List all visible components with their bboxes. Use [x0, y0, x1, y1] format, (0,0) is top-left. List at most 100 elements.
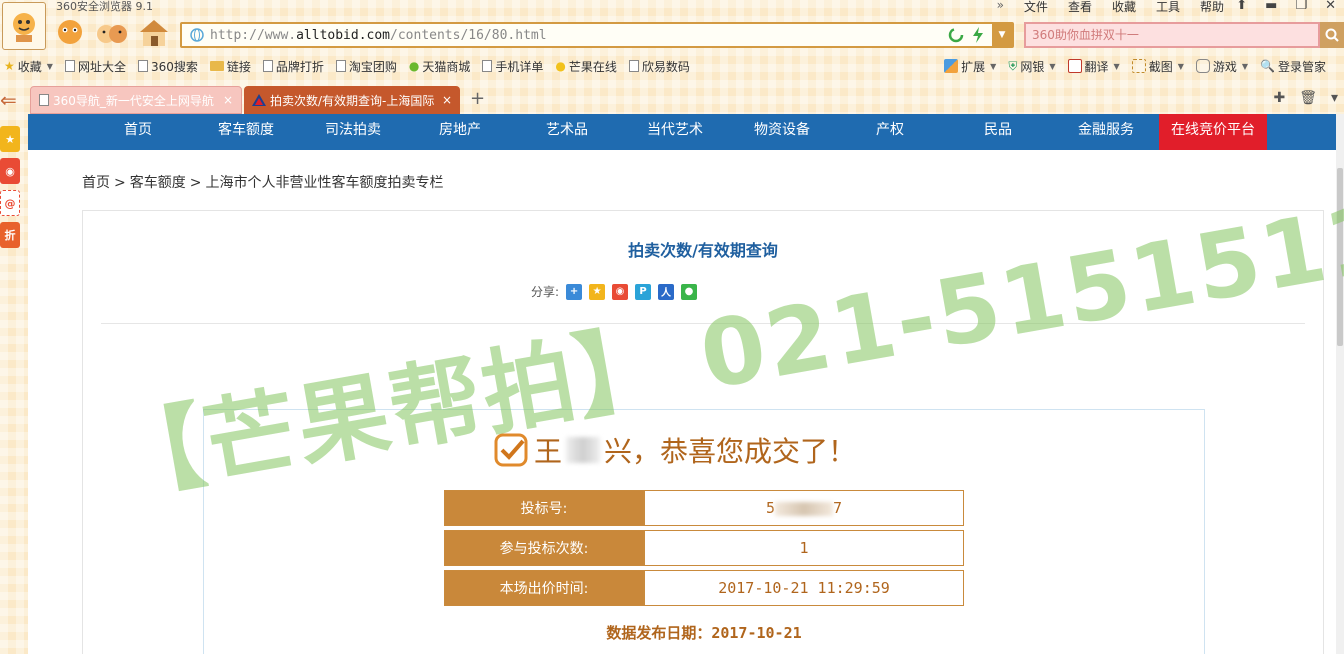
- menu-overflow[interactable]: »: [997, 0, 1004, 15]
- close-tab-icon[interactable]: ×: [442, 93, 452, 107]
- table-row: 投标号: 57: [444, 490, 964, 526]
- congratulation-message: 王 兴 ，恭喜您成交了！: [494, 430, 856, 470]
- nav-contemporary-art[interactable]: 当代艺术: [621, 114, 729, 150]
- breadcrumb-car-quota[interactable]: 客车额度: [130, 175, 186, 191]
- nav-financial-services[interactable]: 金融服务: [1052, 114, 1160, 150]
- nav-art[interactable]: 艺术品: [513, 114, 621, 150]
- refresh-icon[interactable]: [948, 27, 964, 43]
- bookmark-folder[interactable]: 链接: [209, 58, 251, 75]
- tab-strip: ⇐ 360导航_新一代安全上网导航 × 拍卖次数/有效期查询-上海国际 × + …: [0, 86, 1344, 114]
- tab-list-chevron-icon[interactable]: ▾: [1331, 90, 1338, 106]
- bookmark-label: 淘宝团购: [348, 59, 397, 74]
- restore-icon[interactable]: ❐: [1295, 0, 1307, 13]
- tab-360-nav[interactable]: 360导航_新一代安全上网导航 ×: [30, 86, 242, 114]
- house-icon: [140, 20, 168, 46]
- toolbar-login-manager[interactable]: 🔍 登录管家: [1260, 58, 1326, 75]
- bid-number-label: 投标号:: [444, 490, 644, 526]
- renren-icon[interactable]: 人: [658, 283, 675, 300]
- tab-grid-icon[interactable]: ✚: [1273, 90, 1285, 106]
- email-sidebar-icon[interactable]: @: [0, 190, 20, 216]
- bookmark-item[interactable]: ● 天猫商城: [409, 58, 471, 75]
- bookmark-item[interactable]: 品牌打折: [262, 58, 324, 75]
- toolbar-label: 游戏: [1212, 59, 1237, 74]
- bookmark-label: 手机详单: [495, 59, 544, 74]
- bid-count-label: 参与投标次数:: [444, 530, 644, 566]
- close-icon[interactable]: ✕: [1325, 0, 1336, 13]
- toolbar-extensions[interactable]: 扩展 ▼: [944, 58, 996, 75]
- mascot-icon: [97, 25, 127, 43]
- qzone-icon[interactable]: ★: [589, 283, 606, 300]
- nav-car-quota[interactable]: 客车额度: [192, 114, 300, 150]
- menu-favorites[interactable]: 收藏: [1112, 0, 1136, 15]
- bookmark-label: 天猫商城: [422, 59, 471, 74]
- chevron-down-icon: ▼: [1049, 61, 1056, 71]
- trash-icon[interactable]: 🗑: [1299, 90, 1317, 106]
- toolbar-translate[interactable]: 翻译 ▼: [1067, 58, 1120, 75]
- search-input[interactable]: [1026, 24, 1318, 46]
- close-tab-icon[interactable]: ×: [223, 93, 233, 107]
- menu-help[interactable]: 帮助: [1200, 0, 1224, 15]
- back-arrow-icon[interactable]: ⇐: [0, 88, 17, 112]
- menu-view[interactable]: 查看: [1068, 0, 1092, 15]
- chevron-down-icon: ▼: [1113, 61, 1120, 71]
- breadcrumb-current[interactable]: 上海市个人非营业性客车额度拍卖专栏: [205, 175, 443, 191]
- weibo-icon[interactable]: ◉: [612, 283, 629, 300]
- favorites-sidebar-icon[interactable]: ★: [0, 126, 20, 152]
- search-button[interactable]: [1320, 22, 1344, 48]
- menu-file[interactable]: 文件: [1024, 0, 1048, 15]
- wechat-icon[interactable]: ●: [681, 283, 698, 300]
- weibo-sidebar-icon[interactable]: ◉: [0, 158, 20, 184]
- discount-sidebar-icon[interactable]: 折: [0, 222, 20, 248]
- address-dropdown-icon[interactable]: ▼: [992, 24, 1012, 46]
- nav-home[interactable]: 首页: [84, 114, 192, 150]
- nav-real-estate[interactable]: 房地产: [406, 114, 514, 150]
- nav-equipment[interactable]: 物资设备: [728, 114, 836, 150]
- window-controls: ⬆ ▬ ❐ ✕: [1236, 0, 1336, 13]
- share-label: 分享:: [531, 285, 560, 299]
- congrats-text: ，恭喜您成交了！: [632, 435, 857, 468]
- toolbar-games[interactable]: 游戏 ▼: [1195, 58, 1249, 75]
- menu-tools[interactable]: 工具: [1156, 0, 1180, 15]
- scrollbar-thumb[interactable]: [1337, 168, 1343, 346]
- publish-date: 数据发布日期：2017-10-21: [204, 622, 1204, 643]
- bookmark-item[interactable]: 淘宝团购: [335, 58, 397, 75]
- table-row: 参与投标次数: 1: [444, 530, 964, 566]
- more-share-icon[interactable]: +: [566, 283, 583, 300]
- nav-judicial-auction[interactable]: 司法拍卖: [299, 114, 407, 150]
- bid-number-end: 7: [833, 499, 843, 517]
- toolbar-screenshot[interactable]: 截图 ▼: [1131, 58, 1184, 75]
- table-row: 本场出价时间: 2017-10-21 11:29:59: [444, 570, 964, 606]
- breadcrumb-separator: >: [189, 175, 202, 191]
- nav-consumer-goods[interactable]: 民品: [944, 114, 1052, 150]
- publish-date-label: 数据发布日期：: [606, 624, 712, 642]
- browser-logo-icon[interactable]: [2, 2, 46, 50]
- bookmark-item[interactable]: 欣易数码: [628, 58, 690, 75]
- url-host: alltobid.com: [296, 27, 391, 43]
- page-scrollbar[interactable]: [1336, 114, 1344, 654]
- bookmark-item[interactable]: 360搜索: [137, 58, 198, 75]
- bookmark-favorites[interactable]: ★ 收藏 ▼: [4, 58, 53, 75]
- tencent-weibo-icon[interactable]: P: [635, 283, 652, 300]
- toolbar-bank[interactable]: ⛨ 网银 ▼: [1008, 58, 1055, 75]
- url-text[interactable]: http://www.alltobid.com/contents/16/80.h…: [210, 28, 948, 43]
- minimize-icon[interactable]: ▬: [1265, 0, 1277, 13]
- chevron-down-icon: ▼: [1241, 61, 1249, 71]
- address-bar[interactable]: http://www.alltobid.com/contents/16/80.h…: [180, 22, 1014, 48]
- new-tab-button[interactable]: +: [470, 88, 485, 109]
- nav-property-rights[interactable]: 产权: [836, 114, 944, 150]
- pin-icon[interactable]: ⬆: [1236, 0, 1247, 13]
- lightning-icon[interactable]: [972, 27, 984, 43]
- bookmark-item[interactable]: ● 芒果在线: [555, 58, 617, 75]
- nav-online-bidding[interactable]: 在线竞价平台: [1159, 114, 1267, 150]
- bookmark-item[interactable]: 网址大全: [64, 58, 126, 75]
- bookmark-item[interactable]: 手机详单: [482, 58, 543, 75]
- result-table: 投标号: 57 参与投标次数: 1 本场出价时间: 2017-10-21 11:…: [444, 486, 964, 610]
- bid-time-value: 2017-10-21 11:29:59: [644, 570, 964, 606]
- tab-label: 360导航_新一代安全上网导航: [53, 93, 214, 108]
- breadcrumb-home[interactable]: 首页: [82, 175, 110, 191]
- redacted-name: [566, 437, 601, 463]
- tab-auction-query[interactable]: 拍卖次数/有效期查询-上海国际 ×: [244, 86, 460, 114]
- winner-name-last: 兴: [604, 435, 633, 468]
- checkmark-icon: [494, 433, 528, 467]
- bookmark-label: 欣易数码: [641, 59, 690, 74]
